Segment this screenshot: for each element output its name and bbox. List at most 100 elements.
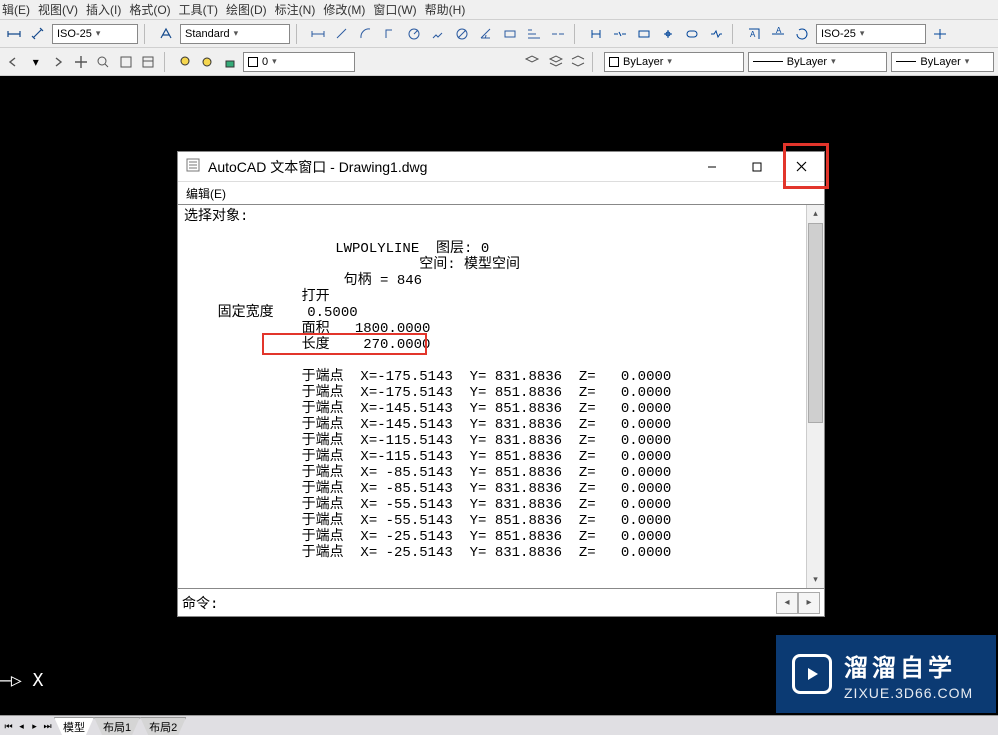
- dim-linear-icon[interactable]: [4, 24, 24, 44]
- quick-dim-icon[interactable]: [500, 24, 520, 44]
- line-sample-icon: [753, 61, 783, 62]
- watermark: 溜溜自学 ZIXUE.3D66.COM: [776, 635, 996, 713]
- watermark-title: 溜溜自学: [844, 648, 973, 683]
- chevron-down-icon: ▾: [272, 56, 277, 67]
- cmd-history-prev[interactable]: ◂: [776, 592, 798, 614]
- dim-ordinate-icon[interactable]: [380, 24, 400, 44]
- lineweight-combo[interactable]: ByLayer ▾: [891, 52, 994, 72]
- linetype-combo[interactable]: ByLayer ▾: [748, 52, 888, 72]
- dim-tool-icon[interactable]: [332, 24, 352, 44]
- dim-arc-icon[interactable]: [356, 24, 376, 44]
- zoom-icon[interactable]: [94, 52, 113, 72]
- dimstyle-combo[interactable]: ISO-25 ▾: [52, 24, 138, 44]
- menu-format[interactable]: 格式(O): [129, 1, 170, 18]
- layer-combo[interactable]: 0 ▾: [243, 52, 355, 72]
- dim-jogged-icon[interactable]: [428, 24, 448, 44]
- color-combo[interactable]: ByLayer ▾: [604, 52, 744, 72]
- dim-edit-icon[interactable]: A: [744, 24, 764, 44]
- dim-space-icon[interactable]: [586, 24, 606, 44]
- maximize-button[interactable]: [734, 152, 779, 181]
- command-bar: 命令: ◂ ▸: [178, 588, 824, 616]
- center-mark-icon[interactable]: [658, 24, 678, 44]
- tab-model[interactable]: 模型: [54, 717, 94, 735]
- dim-radius-icon[interactable]: [404, 24, 424, 44]
- tab-layout2[interactable]: 布局2: [140, 717, 186, 735]
- menu-dimension[interactable]: 标注(N): [275, 1, 316, 18]
- textstyle-icon[interactable]: [156, 24, 176, 44]
- dim-angular-icon[interactable]: [476, 24, 496, 44]
- command-prompt-marker: —▷ X: [0, 670, 43, 691]
- separator: [164, 52, 170, 72]
- textstyle-combo[interactable]: Standard ▾: [180, 24, 290, 44]
- layer-manage-icon[interactable]: [523, 52, 542, 72]
- menu-window[interactable]: 窗口(W): [373, 1, 416, 18]
- inspect-icon[interactable]: [682, 24, 702, 44]
- dim-break-icon[interactable]: [610, 24, 630, 44]
- scrollbar-vertical[interactable]: ▴ ▾: [806, 205, 824, 588]
- scroll-up-icon[interactable]: ▴: [807, 205, 824, 222]
- dim-baseline-icon[interactable]: [524, 24, 544, 44]
- text-window-content[interactable]: 选择对象: LWPOLYLINE 图层: 0 空间: 模型空间 句柄 = 846…: [178, 205, 806, 588]
- layer-previous-icon[interactable]: [545, 52, 564, 72]
- tab-prev-icon[interactable]: ◂: [15, 718, 28, 734]
- adcenter-icon[interactable]: [117, 52, 136, 72]
- color-value: ByLayer: [623, 56, 663, 68]
- undo-dropdown-icon[interactable]: ▾: [27, 52, 46, 72]
- play-icon: [792, 654, 832, 694]
- menu-view[interactable]: 视图(V): [38, 1, 78, 18]
- dimstyle-manager-icon[interactable]: [930, 24, 950, 44]
- pan-icon[interactable]: [72, 52, 91, 72]
- command-label: 命令:: [182, 593, 218, 613]
- scroll-down-icon[interactable]: ▾: [807, 571, 824, 588]
- command-input[interactable]: [224, 594, 770, 612]
- menu-edit-item[interactable]: 编辑(E): [186, 185, 226, 202]
- tab-nav: ⏮ ◂ ▸ ⏭: [2, 717, 54, 735]
- dim-diameter-icon[interactable]: [452, 24, 472, 44]
- text-window: AutoCAD 文本窗口 - Drawing1.dwg 编辑(E) 选择对象: …: [177, 151, 825, 617]
- undo-icon[interactable]: [4, 52, 23, 72]
- menu-insert[interactable]: 插入(I): [86, 1, 121, 18]
- scroll-thumb[interactable]: [808, 223, 823, 423]
- menu-draw[interactable]: 绘图(D): [226, 1, 267, 18]
- dimstyle-current-combo[interactable]: ISO-25 ▾: [816, 24, 926, 44]
- lineweight-value: ByLayer: [920, 56, 960, 68]
- menu-modify[interactable]: 修改(M): [323, 1, 365, 18]
- properties-icon[interactable]: [139, 52, 158, 72]
- dim-aligned-icon[interactable]: [28, 24, 48, 44]
- tab-next-icon[interactable]: ▸: [28, 718, 41, 734]
- layer-state-icon[interactable]: [568, 52, 587, 72]
- separator: [144, 24, 150, 44]
- separator: [296, 24, 302, 44]
- menu-edit[interactable]: 辑(E): [2, 1, 30, 18]
- layer-freeze-icon[interactable]: [198, 52, 217, 72]
- svg-text:A: A: [750, 30, 756, 39]
- dim-continue-icon[interactable]: [548, 24, 568, 44]
- cmd-history-next[interactable]: ▸: [798, 592, 820, 614]
- dim-textedit-icon[interactable]: A: [768, 24, 788, 44]
- jog-linear-icon[interactable]: [706, 24, 726, 44]
- dim-update-icon[interactable]: [792, 24, 812, 44]
- tab-first-icon[interactable]: ⏮: [2, 718, 15, 734]
- dim-tool-icon[interactable]: [308, 24, 328, 44]
- text-window-titlebar[interactable]: AutoCAD 文本窗口 - Drawing1.dwg: [178, 152, 824, 182]
- text-window-title: AutoCAD 文本窗口 - Drawing1.dwg: [208, 157, 681, 177]
- menu-tools[interactable]: 工具(T): [179, 1, 218, 18]
- redo-icon[interactable]: [49, 52, 68, 72]
- scroll-track[interactable]: [808, 222, 823, 571]
- dimstyle-current-value: ISO-25: [821, 28, 856, 40]
- menu-help[interactable]: 帮助(H): [425, 1, 466, 18]
- separator: [574, 24, 580, 44]
- tab-last-icon[interactable]: ⏭: [41, 718, 54, 734]
- menu-bar: 辑(E) 视图(V) 插入(I) 格式(O) 工具(T) 绘图(D) 标注(N)…: [0, 0, 998, 20]
- window-buttons: [689, 152, 824, 181]
- close-button[interactable]: [779, 152, 824, 181]
- layer-bulb-icon[interactable]: [175, 52, 194, 72]
- tab-layout1[interactable]: 布局1: [94, 717, 140, 735]
- minimize-button[interactable]: [689, 152, 734, 181]
- dimstyle-value: ISO-25: [57, 28, 92, 40]
- chevron-down-icon: ▾: [96, 28, 101, 39]
- separator: [732, 24, 738, 44]
- tolerance-icon[interactable]: [634, 24, 654, 44]
- layer-lock-icon[interactable]: [220, 52, 239, 72]
- chevron-down-icon: ▾: [667, 56, 672, 67]
